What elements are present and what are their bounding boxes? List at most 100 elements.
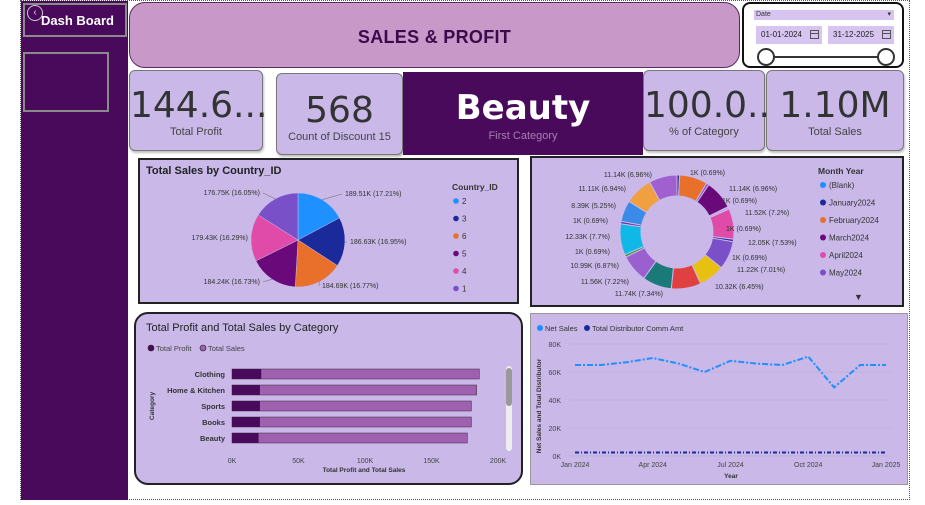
bar-total-profit[interactable] [232,401,260,411]
y-tick-label: 20K [549,426,562,433]
legend-marker [199,344,207,352]
kpi-total-sales: 1.10M Total Sales [766,70,904,151]
donut-data-label: 11.56K (7.22%) [581,279,629,286]
slice-data-label: 176.75K (16.05%) [204,190,260,197]
bar-total-sales[interactable] [231,400,472,412]
net-sales-line-chart[interactable]: Net Sales Total Distributor Comm Amt 0K 20K… [531,314,907,484]
date-slider-start-handle[interactable] [757,48,775,66]
legend-marker [584,325,590,331]
x-tick-label: 150K [423,458,440,465]
bar-total-profit[interactable] [232,433,259,443]
bar-total-profit[interactable] [232,369,262,379]
donut-data-label: 11.11K (6.94%) [578,186,626,193]
bar-total-sales[interactable] [231,368,480,380]
donut-data-label: 11.14K (6.96%) [604,172,652,179]
legend-label: 4 [462,267,467,276]
bar-total-sales[interactable] [231,432,468,444]
bar-total-sales[interactable] [231,416,472,428]
x-tick-label: 200K [490,458,507,465]
kpi-label: First Category [488,130,558,142]
bar-total-profit[interactable] [232,385,260,395]
legend-label: May2024 [829,269,862,278]
scrollbar[interactable] [506,366,512,451]
legend-marker [453,215,459,222]
category-tick-label: Books [202,418,225,427]
legend-label: March2024 [829,234,870,243]
legend-label: Net Sales [545,324,578,333]
donut-data-label: 8.39K (5.25%) [571,203,616,210]
legend-label: Total Distributor Comm Amt [592,324,684,333]
date-filter-label: Date [756,11,771,18]
date-slider-end-handle[interactable] [877,48,895,66]
country-sales-pie-chart[interactable]: 189.51K (17.21%) 186.63K (16.95%) 184.69K … [140,160,518,303]
bar-total-profit[interactable] [232,417,260,427]
calendar-icon[interactable] [810,30,819,39]
date-filter-dropdown[interactable]: Date ▾ [754,10,894,20]
legend-label: (Blank) [829,181,855,190]
x-tick-label: Jan 2024 [561,462,590,469]
legend-label: 3 [462,215,467,224]
calendar-icon[interactable] [882,30,891,39]
scroll-down-icon[interactable]: ▼ [854,292,863,302]
kpi-label: % of Category [669,126,739,138]
end-date-value: 31-12-2025 [833,30,874,39]
sidebar-nav-box[interactable] [23,52,109,112]
bar-total-sales[interactable] [231,384,477,396]
header-title-card: SALES & PROFIT [129,2,740,68]
legend-marker [820,217,826,223]
slice-data-label: 184.24K (16.73%) [204,279,260,286]
donut-data-label: 1K (0.69%) [690,170,725,177]
x-tick-label: 100K [357,458,374,465]
kpi-label: Count of Discount 15 [288,131,391,143]
legend-label: April2024 [829,251,863,260]
x-tick-label: 50K [292,458,305,465]
donut-data-label: 1K (0.69%) [732,255,767,262]
x-axis-label: Year [724,473,738,480]
date-slider-track[interactable] [764,56,888,58]
kpi-value: 1.10M [779,85,891,126]
category-tick-label: Sports [201,402,225,411]
month-sales-donut-chart[interactable]: 1K (0.69%) 11.14K (6.96%) 1K (0.69%) 11.52K… [532,158,902,305]
kpi-first-category: Beauty First Category [403,72,643,155]
slice-leader-line [262,192,276,200]
legend-marker [537,325,543,331]
net-sales-line-panel: Net Sales Total Distributor Comm Amt 0K 20K… [530,313,908,485]
category-bar-panel: Total Profit and Total Sales by Category… [134,312,523,485]
y-axis-label: Category [149,392,156,421]
legend-label: 5 [462,250,467,259]
donut-data-label: 1K (0.69%) [722,198,757,205]
legend-label: 2 [462,197,467,206]
donut-data-label: 11.22K (7.01%) [737,267,785,274]
legend-marker [453,250,459,257]
category-bar-chart[interactable]: Total Profit Total Sales Clothing Home & Ki… [136,314,521,483]
slice-leader-line [262,278,273,283]
slice-data-label: 179.43K (16.29%) [192,235,248,242]
slice-data-label: 189.51K (17.21%) [345,191,401,198]
legend-marker [453,233,459,239]
donut-data-label: 11.74K (7.34%) [615,291,663,298]
donut-data-label: 12.33K (7.7%) [565,234,610,241]
kpi-label: Total Profit [170,126,222,138]
legend-marker [820,269,826,276]
x-tick-label: Oct 2024 [794,462,823,469]
kpi-total-profit: 144.6... Total Profit [129,70,267,151]
legend-marker [453,268,459,274]
legend-title: Month Year [818,166,864,176]
legend-marker [453,198,459,204]
donut-data-label: 12.05K (7.53%) [748,240,797,247]
donut-data-label: 11.52K (7.2%) [745,210,789,217]
donut-data-label: 1K (0.69%) [726,226,761,233]
y-tick-label: 60K [549,370,562,377]
kpi-label: Total Sales [808,126,862,138]
date-filter-card: Date ▾ 01-01-2024 31-12-2025 [742,2,904,68]
slice-leader-line [322,193,343,200]
x-tick-label: Jul 2024 [717,462,744,469]
y-tick-label: 40K [549,398,562,405]
legend-marker [820,234,826,241]
start-date-input[interactable]: 01-01-2024 [756,26,822,44]
back-arrow-icon[interactable]: ‹ [27,5,43,21]
scrollbar-thumb[interactable] [506,368,512,406]
end-date-input[interactable]: 31-12-2025 [828,26,894,44]
kpi-value: Beauty [455,88,591,128]
slice-data-label: 186.63K (16.95%) [350,239,406,246]
